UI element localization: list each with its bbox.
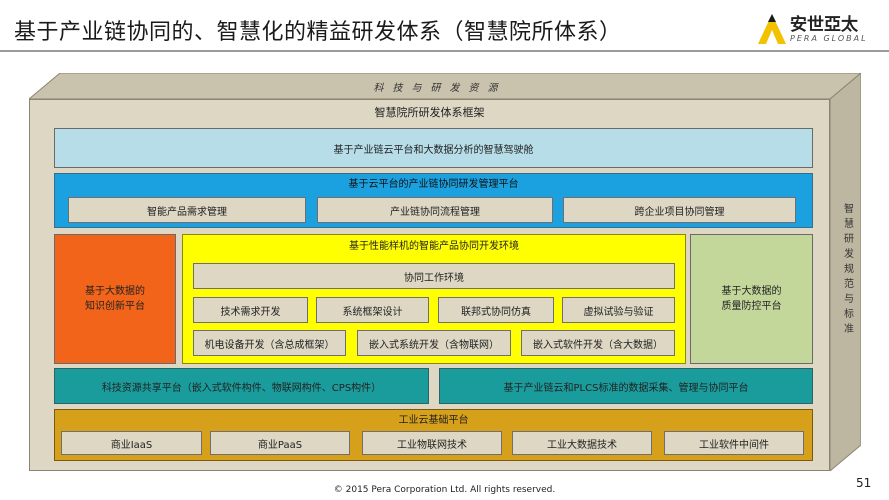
dev-item: 技术需求开发 — [193, 297, 308, 323]
dev-item: 虚拟试验与验证 — [562, 297, 675, 323]
industry-cloud-item: 工业大数据技术 — [512, 431, 652, 455]
logo-name: 安世亞太 — [790, 15, 858, 35]
collab-env-box: 协同工作环境 — [193, 263, 675, 289]
copyright-text: © 2015 Pera Corporation Ltd. All rights … — [333, 485, 556, 495]
rd-platform-title: 基于云平台的产业链协同研发管理平台 — [348, 178, 519, 190]
slide-title: 基于产业链协同的、智慧化的精益研发体系（智慧院所体系） — [14, 20, 622, 45]
industry-cloud-item: 工业软件中间件 — [664, 431, 804, 455]
industry-cloud-item: 商业PaaS — [210, 431, 350, 455]
dev-item: 机电设备开发（含总成框架） — [193, 330, 346, 356]
industry-cloud-item: 工业物联网技术 — [362, 431, 502, 455]
rd-platform-item: 智能产品需求管理 — [68, 197, 306, 223]
dev-item: 嵌入式软件开发（含大数据） — [521, 330, 675, 356]
sample-env-title: 基于性能样机的智能产品协同开发环境 — [349, 240, 519, 252]
title-divider — [0, 50, 889, 52]
cloud-cockpit-box: 基于产业链云平台和大数据分析的智慧驾驶舱 — [54, 128, 813, 168]
share-platform-box: 科技资源共享平台（嵌入式软件构件、物联网构件、CPS构件） — [54, 368, 429, 404]
resources-label: 科技与研发资源 — [373, 82, 507, 94]
quality-platform-box: 基于大数据的 质量防控平台 — [690, 234, 813, 364]
data-platform-box: 基于产业链云和PLCS标准的数据采集、管理与协同平台 — [439, 368, 813, 404]
standards-label: 智慧研发规范与标准 — [841, 202, 853, 338]
dev-item: 系统框架设计 — [316, 297, 429, 323]
rd-platform-item: 跨企业项目协同管理 — [563, 197, 796, 223]
page-number: 51 — [856, 476, 872, 490]
innovation-platform-box: 基于大数据的 知识创新平台 — [54, 234, 176, 364]
industry-cloud-title: 工业云基础平台 — [398, 414, 469, 426]
dev-item: 联邦式协同仿真 — [438, 297, 554, 323]
framework-title: 智慧院所研发体系框架 — [374, 106, 485, 119]
industry-cloud-item: 商业IaaS — [61, 431, 202, 455]
logo-subtitle: PERA GLOBAL — [790, 34, 868, 43]
rd-platform-item: 产业链协同流程管理 — [317, 197, 553, 223]
dev-item: 嵌入式系统开发（含物联网） — [357, 330, 511, 356]
